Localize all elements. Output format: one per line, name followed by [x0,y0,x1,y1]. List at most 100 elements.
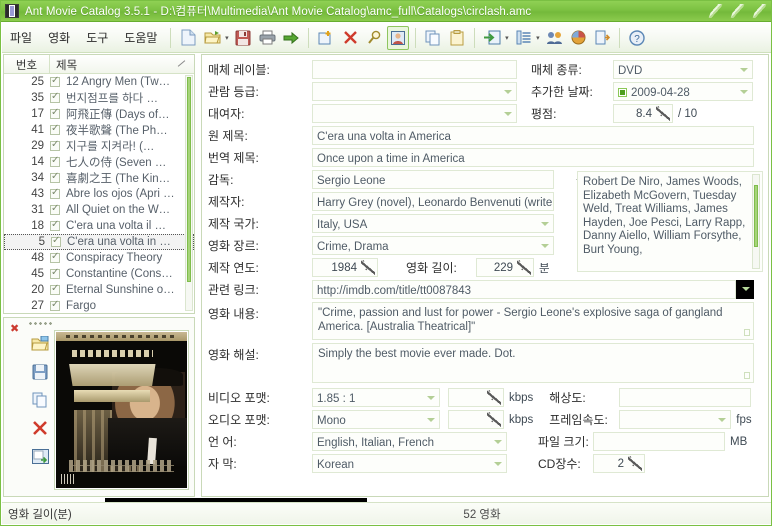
row-checkbox[interactable] [50,107,60,119]
director-input[interactable]: Sergio Leone [312,170,554,189]
delete-movie-icon[interactable] [339,26,361,50]
media-label-input[interactable] [312,60,517,79]
table-row[interactable]: 17 阿飛正傳 (Days of… [4,106,194,122]
picture-properties-icon[interactable] [29,446,51,466]
score-stepper[interactable]: 8.4 [613,103,673,123]
exit-icon[interactable] [591,26,613,50]
statistics-icon[interactable] [567,26,589,50]
column-header-number[interactable]: 번호 [4,55,50,73]
save-catalog-icon[interactable] [232,26,254,50]
actors-textarea[interactable]: Robert De Niro, James Woods, Elizabeth M… [577,171,763,272]
movie-poster-frame[interactable] [54,330,189,490]
subtitles-select[interactable]: Korean [312,454,507,473]
description-textarea[interactable]: "Crime, passion and lust for power - Ser… [312,302,754,340]
table-row[interactable]: 31 All Quiet on the W… [4,202,194,218]
row-checkbox[interactable] [50,251,60,263]
audio-bitrate-stepper[interactable] [448,409,504,429]
table-row[interactable]: 43 Abre los ojos (Apri … [4,186,194,202]
table-row[interactable]: 34 喜劇之王 (The Kin… [4,170,194,186]
import-dropdown-arrow[interactable]: ▾ [502,26,511,50]
row-checkbox[interactable] [50,155,60,167]
menu-movie[interactable]: 영화 [41,27,77,48]
panel-drag-handle[interactable] [28,321,54,326]
picture-icon[interactable] [387,25,410,50]
add-movie-icon[interactable] [315,26,337,50]
maximize-button[interactable] [727,1,749,22]
table-row[interactable]: 41 夜半歌聲 (The Ph… [4,122,194,138]
row-checkbox[interactable] [50,75,60,87]
save-picture-icon[interactable] [29,362,51,382]
list-view-dropdown-arrow[interactable]: ▾ [533,26,542,50]
borrower-select[interactable] [312,104,517,123]
disks-stepper[interactable]: 2 [593,453,645,473]
video-format-select[interactable]: 1.85 : 1 [312,388,440,407]
scrollbar-thumb[interactable] [754,185,758,247]
paste-icon[interactable] [446,26,468,50]
row-checkbox[interactable] [50,299,60,311]
group-icon[interactable] [543,26,565,50]
table-row[interactable]: 14 七人の侍 (Seven … [4,154,194,170]
row-checkbox[interactable] [50,187,60,199]
load-picture-icon[interactable] [29,334,51,354]
country-select[interactable]: Italy, USA [312,214,554,233]
import-icon[interactable] [481,26,503,50]
table-row[interactable]: 20 Eternal Sunshine o… [4,282,194,298]
resize-grip-icon[interactable] [744,329,750,336]
table-row[interactable]: 48 Conspiracy Theory [4,250,194,266]
row-checkbox[interactable] [50,219,60,231]
resolution-input[interactable] [619,388,752,407]
menu-tools[interactable]: 도구 [79,27,115,48]
year-stepper[interactable]: 1984 [312,257,378,277]
scrollbar-thumb[interactable] [187,77,191,282]
column-header-title[interactable]: 제목 [50,55,194,73]
languages-select[interactable]: English, Italian, French [312,432,507,451]
copy-icon[interactable] [422,26,444,50]
movie-list-body[interactable]: 25 12 Angry Men (Tw… 35 번지점프를 하다 … 17 阿飛正傳 … [4,74,194,313]
actors-scrollbar[interactable] [752,174,760,269]
new-catalog-icon[interactable] [177,26,199,50]
audio-format-select[interactable]: Mono [312,410,440,429]
row-checkbox[interactable] [50,283,60,295]
row-checkbox[interactable] [50,139,60,151]
minimize-button[interactable] [705,1,727,22]
close-picture-panel-icon[interactable]: ✖ [10,322,19,335]
media-type-select[interactable]: DVD [613,60,753,79]
framerate-select[interactable] [619,410,732,429]
table-row-selected[interactable]: 5 C'era una volta in … [4,234,194,250]
menu-file[interactable]: 파일 [3,27,39,48]
original-title-input[interactable]: C'era una volta in America [312,126,754,145]
open-catalog-dropdown-arrow[interactable]: ▾ [222,26,231,50]
row-checkbox[interactable] [50,267,60,279]
row-checkbox[interactable] [50,91,60,103]
table-row[interactable]: 45 Constantine (Cons… [4,266,194,282]
row-checkbox[interactable] [51,235,61,247]
table-row[interactable]: 18 C'era una volta il … [4,218,194,234]
table-row[interactable]: 27 Fargo [4,298,194,313]
search-icon[interactable] [363,26,385,50]
list-view-icon[interactable] [512,26,534,50]
date-added-input[interactable]: 2009-04-28 [613,82,753,101]
open-catalog-icon[interactable] [201,26,223,50]
delete-picture-icon[interactable] [29,418,51,438]
url-dropdown-button[interactable] [736,280,754,299]
video-bitrate-stepper[interactable] [448,387,504,407]
help-icon[interactable]: ? [626,26,648,50]
length-stepper[interactable]: 229 [476,257,534,277]
filesize-input[interactable] [593,432,725,451]
translated-title-input[interactable]: Once upon a time in America [312,148,754,167]
table-row[interactable]: 25 12 Angry Men (Tw… [4,74,194,90]
row-checkbox[interactable] [50,171,60,183]
close-button[interactable] [749,1,771,22]
menu-help[interactable]: 도움말 [117,27,164,48]
export-icon[interactable] [280,26,302,50]
table-row[interactable]: 29 지구를 지켜라! (… [4,138,194,154]
comments-textarea[interactable]: Simply the best movie ever made. Dot. [312,343,754,383]
category-select[interactable]: Crime, Drama [312,236,554,255]
print-icon[interactable] [256,26,278,50]
movie-list-scrollbar[interactable] [185,75,193,311]
copy-picture-icon[interactable] [29,390,51,410]
url-input[interactable]: http://imdb.com/title/tt0087843 [312,280,736,299]
row-checkbox[interactable] [50,123,60,135]
rating-cert-select[interactable] [312,82,517,101]
table-row[interactable]: 35 번지점프를 하다 … [4,90,194,106]
